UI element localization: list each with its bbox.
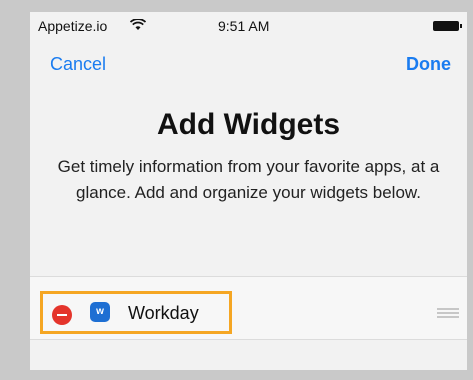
page-title: Add Widgets (156, 108, 341, 141)
status-bar: Appetize.io 9:51 AM (30, 12, 467, 40)
widget-name: Workday (128, 303, 199, 323)
clock: 9:51 AM (218, 18, 270, 34)
remove-minus-icon[interactable] (52, 305, 72, 325)
wifi-icon (130, 19, 146, 30)
carrier-label: Appetize.io (38, 18, 108, 34)
reorder-handle-icon[interactable] (437, 308, 459, 318)
page-subtitle: Get timely information from your favorit… (57, 157, 440, 202)
battery-icon (433, 21, 462, 31)
workday-app-icon: w (90, 302, 110, 322)
done-button[interactable]: Done (406, 54, 451, 75)
cancel-button[interactable]: Cancel (50, 54, 106, 75)
